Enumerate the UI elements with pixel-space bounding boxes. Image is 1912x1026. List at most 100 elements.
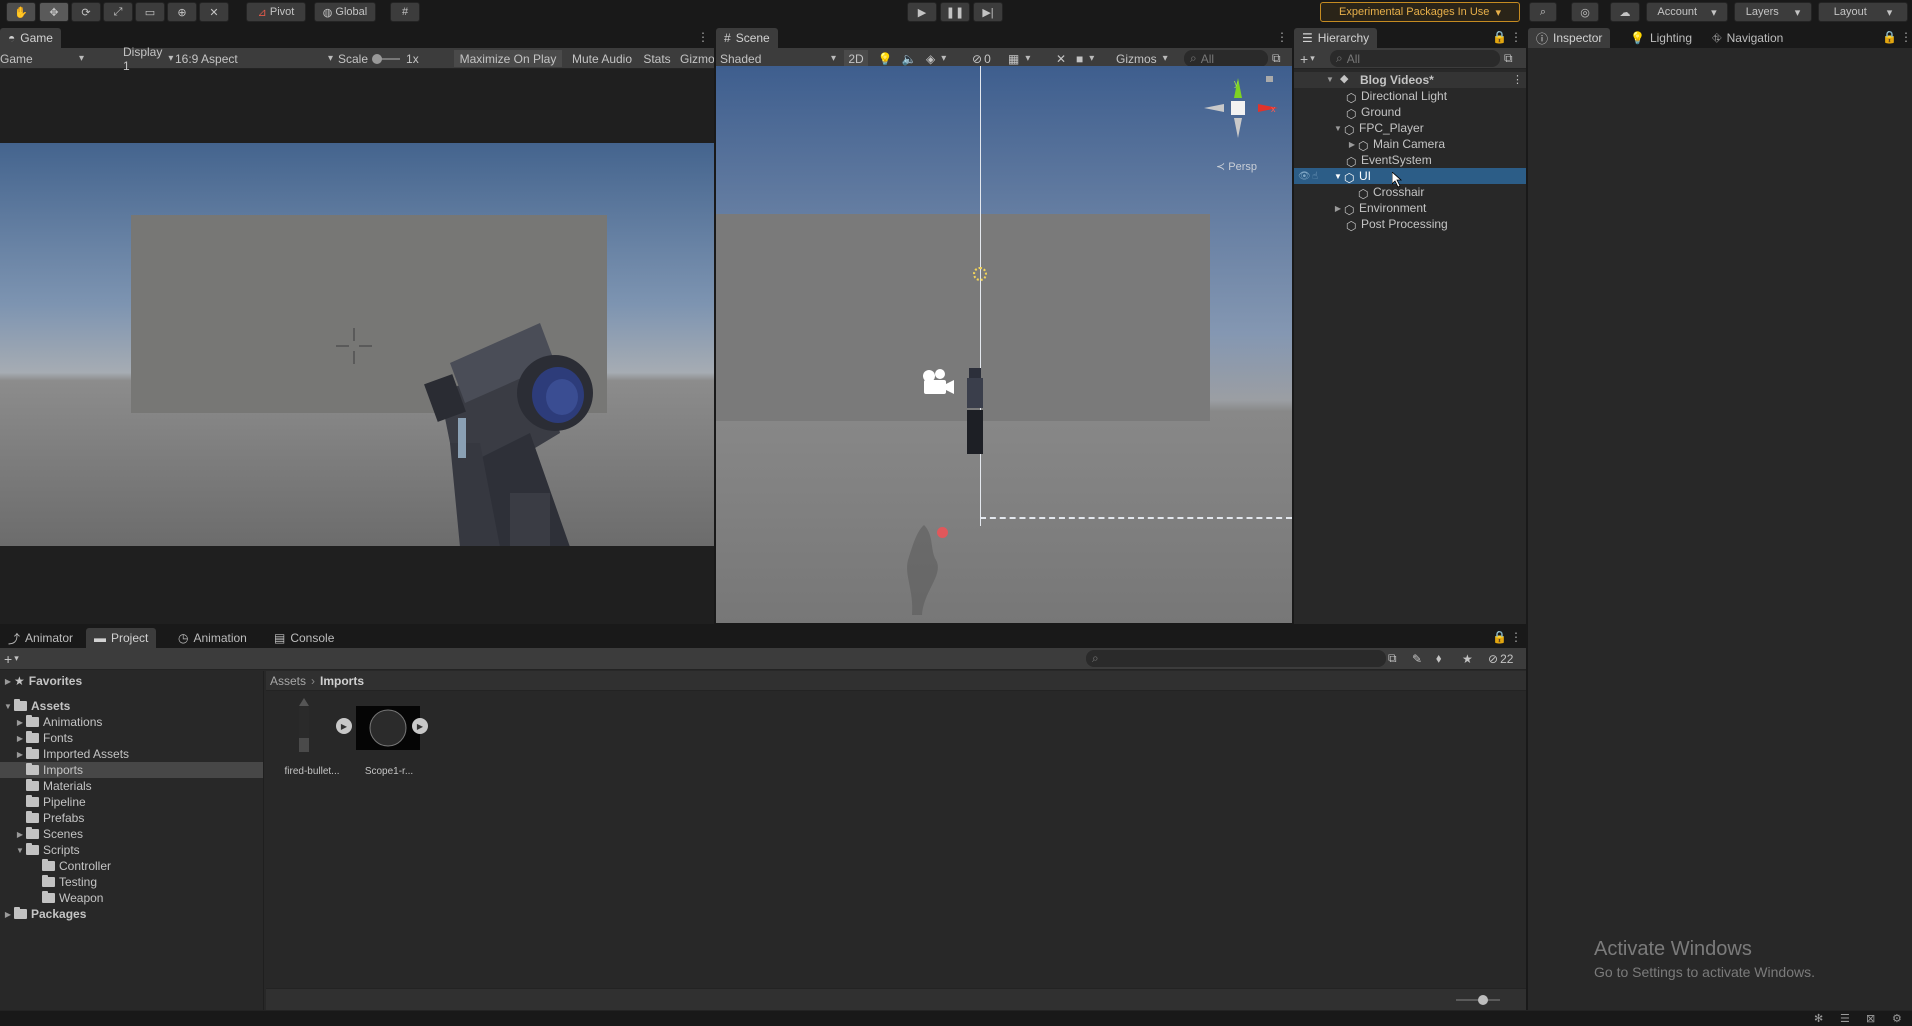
folder-item-scenes[interactable]: ▶ Scenes bbox=[0, 826, 263, 842]
debug-icon[interactable]: ✻ bbox=[1814, 1012, 1823, 1025]
breadcrumb-assets[interactable]: Assets bbox=[270, 674, 306, 688]
kebab-menu-icon[interactable]: ⋮ bbox=[1510, 630, 1522, 644]
rotate-tool-button[interactable]: ⟳ bbox=[71, 2, 101, 22]
pickable-hand-icon[interactable]: ☝ bbox=[1312, 171, 1318, 182]
layout-dropdown[interactable]: Layout ▾ bbox=[1818, 2, 1908, 22]
pause-button[interactable]: ❚❚ bbox=[940, 2, 970, 22]
favorites-item[interactable]: ▶ ★ Favorites bbox=[0, 673, 263, 689]
folder-item-fonts[interactable]: ▶ Fonts bbox=[0, 730, 263, 746]
folder-item-scripts[interactable]: ▼ Scripts bbox=[0, 842, 263, 858]
tab-project[interactable]: ▬ Project bbox=[86, 628, 157, 648]
scene-viewport[interactable]: y x ≺ Persp bbox=[716, 66, 1292, 623]
scene-header-row[interactable]: ▼ ◆ Blog Videos* ⋮ bbox=[1294, 72, 1526, 88]
layers-dropdown[interactable]: Layers ▾ bbox=[1734, 2, 1812, 22]
rect-tool-button[interactable]: ▭ bbox=[135, 2, 165, 22]
cloud-button[interactable]: ☁ bbox=[1610, 2, 1640, 22]
create-dropdown[interactable]: + ▾ bbox=[1300, 50, 1326, 67]
chevron-right-icon[interactable]: ▶ bbox=[1346, 140, 1358, 149]
hierarchy-search-input[interactable]: ⌕ All bbox=[1330, 50, 1500, 67]
favorite-button[interactable]: ★ bbox=[1462, 650, 1480, 667]
hierarchy-item-main-camera[interactable]: ▶ ⬡ Main Camera bbox=[1294, 136, 1526, 153]
folder-item-animations[interactable]: ▶ Animations bbox=[0, 714, 263, 730]
play-button[interactable]: ▶ bbox=[907, 2, 937, 22]
hidden-objects-toggle[interactable]: ⊘ 0 bbox=[972, 50, 1002, 67]
orientation-gizmo[interactable]: y x bbox=[1204, 74, 1280, 162]
lock-icon[interactable]: 🔒 bbox=[1882, 30, 1897, 44]
scale-tool-button[interactable]: ⤢ bbox=[103, 2, 133, 22]
tab-navigation[interactable]: ⛗ Navigation bbox=[1704, 28, 1791, 48]
play-icon[interactable]: ▶ bbox=[336, 718, 352, 734]
shading-dropdown[interactable]: Shaded bbox=[720, 50, 836, 67]
zoom-slider-thumb[interactable] bbox=[1478, 995, 1488, 1005]
zoom-slider-track[interactable] bbox=[1456, 995, 1500, 1005]
kebab-menu-icon[interactable]: ⋮ bbox=[1900, 30, 1912, 44]
tab-game[interactable]: ◓ Game bbox=[0, 28, 61, 48]
kebab-menu-icon[interactable]: ⋮ bbox=[697, 30, 709, 44]
chevron-right-icon[interactable]: ▶ bbox=[14, 750, 26, 759]
2d-toggle[interactable]: 2D bbox=[844, 50, 868, 67]
tab-console[interactable]: ▤ Console bbox=[266, 628, 342, 648]
aspect-dropdown[interactable]: 16:9 Aspect bbox=[175, 50, 333, 67]
folder-item-imports[interactable]: Imports bbox=[0, 762, 263, 778]
hierarchy-item-directional-light[interactable]: ⬡ Directional Light bbox=[1294, 88, 1526, 105]
tab-inspector[interactable]: ⓘ Inspector bbox=[1528, 28, 1611, 48]
chevron-down-icon[interactable]: ▼ bbox=[2, 702, 14, 711]
global-toggle[interactable]: ◍ Global bbox=[314, 2, 376, 22]
grid-dropdown[interactable]: ▦ bbox=[1008, 50, 1044, 67]
scale-slider[interactable]: Scale 1x bbox=[338, 50, 426, 67]
kebab-menu-icon[interactable]: ⋮ bbox=[1512, 73, 1523, 86]
folder-item-pipeline[interactable]: Pipeline bbox=[0, 794, 263, 810]
tab-hierarchy[interactable]: ☰ Hierarchy bbox=[1294, 28, 1378, 48]
chevron-right-icon[interactable]: ▶ bbox=[14, 830, 26, 839]
chevron-right-icon[interactable]: ▶ bbox=[2, 910, 14, 919]
tab-animator[interactable]: ⤴ Animator bbox=[0, 628, 81, 648]
lock-icon[interactable]: 🔒 bbox=[1492, 30, 1507, 44]
project-search-input[interactable]: ⌕ bbox=[1086, 650, 1386, 667]
hand-tool-button[interactable]: ✋ bbox=[6, 2, 36, 22]
tab-lighting[interactable]: 💡 Lighting bbox=[1622, 28, 1700, 48]
assets-item[interactable]: ▼ Assets bbox=[0, 698, 263, 714]
chevron-right-icon[interactable]: ▶ bbox=[14, 734, 26, 743]
audio-toggle[interactable]: 🔈 bbox=[900, 50, 918, 67]
light-gizmo-icon[interactable] bbox=[973, 267, 987, 281]
folder-item-imported-assets[interactable]: ▶ Imported Assets bbox=[0, 746, 263, 762]
visibility-eye-icon[interactable]: 👁 bbox=[1298, 171, 1311, 182]
kebab-menu-icon[interactable]: ⋮ bbox=[1510, 30, 1522, 44]
lock-icon[interactable]: 🔒 bbox=[1492, 630, 1507, 644]
hierarchy-item-post-processing[interactable]: ⬡ Post Processing bbox=[1294, 216, 1526, 233]
create-dropdown[interactable]: + ▾ bbox=[4, 650, 30, 667]
mute-audio-toggle[interactable]: Mute Audio bbox=[568, 50, 636, 67]
hierarchy-item-eventsystem[interactable]: ⬡ EventSystem bbox=[1294, 152, 1526, 169]
folder-item-prefabs[interactable]: Prefabs bbox=[0, 810, 263, 826]
hierarchy-item-environment[interactable]: ▶ ⬡ Environment bbox=[1294, 200, 1526, 217]
lighting-toggle[interactable]: 💡 bbox=[876, 50, 894, 67]
chevron-right-icon[interactable]: ▶ bbox=[14, 718, 26, 727]
settings-icon[interactable]: ⚙ bbox=[1892, 1012, 1902, 1025]
chevron-down-icon[interactable]: ▼ bbox=[1324, 75, 1336, 84]
move-tool-button[interactable]: ✥ bbox=[39, 2, 69, 22]
chevron-right-icon[interactable]: ▶ bbox=[1332, 204, 1344, 213]
hierarchy-item-fpc-player[interactable]: ▼ ⬡ FPC_Player bbox=[1294, 120, 1526, 137]
chevron-right-icon[interactable]: ▶ bbox=[2, 677, 14, 686]
search-by-type-button[interactable]: ⧉ bbox=[1388, 650, 1406, 667]
breadcrumb-imports[interactable]: Imports bbox=[320, 674, 364, 688]
kebab-menu-icon[interactable]: ⋮ bbox=[1276, 30, 1288, 44]
collab-button[interactable]: ◎ bbox=[1571, 2, 1599, 22]
packages-item[interactable]: ▶ Packages bbox=[0, 906, 263, 922]
effects-dropdown[interactable]: ◈ bbox=[926, 50, 962, 67]
progress-icon[interactable]: ☰ bbox=[1840, 1012, 1850, 1025]
camera-gizmo-icon[interactable] bbox=[920, 368, 956, 400]
hidden-packages-toggle[interactable]: ⊘ 22 bbox=[1488, 650, 1524, 667]
chevron-down-icon[interactable]: ▼ bbox=[1332, 172, 1344, 181]
stats-toggle[interactable]: Stats bbox=[640, 50, 674, 67]
step-button[interactable]: ▶| bbox=[973, 2, 1003, 22]
camera-dropdown[interactable]: ■ bbox=[1076, 50, 1112, 67]
persp-label-button[interactable]: ≺ Persp bbox=[1216, 160, 1257, 173]
scene-search-input[interactable]: ⌕ All bbox=[1184, 50, 1268, 67]
game-gizmos-toggle[interactable]: Gizmos bbox=[680, 50, 714, 67]
play-icon[interactable]: ▶ bbox=[412, 718, 428, 734]
search-by-label-button[interactable]: ✎ bbox=[1412, 650, 1430, 667]
pivot-toggle[interactable]: ⊿ Pivot bbox=[246, 2, 306, 22]
scene-search-options-button[interactable]: ⧉ bbox=[1272, 50, 1288, 67]
grid-snap-button[interactable]: # bbox=[390, 2, 420, 22]
